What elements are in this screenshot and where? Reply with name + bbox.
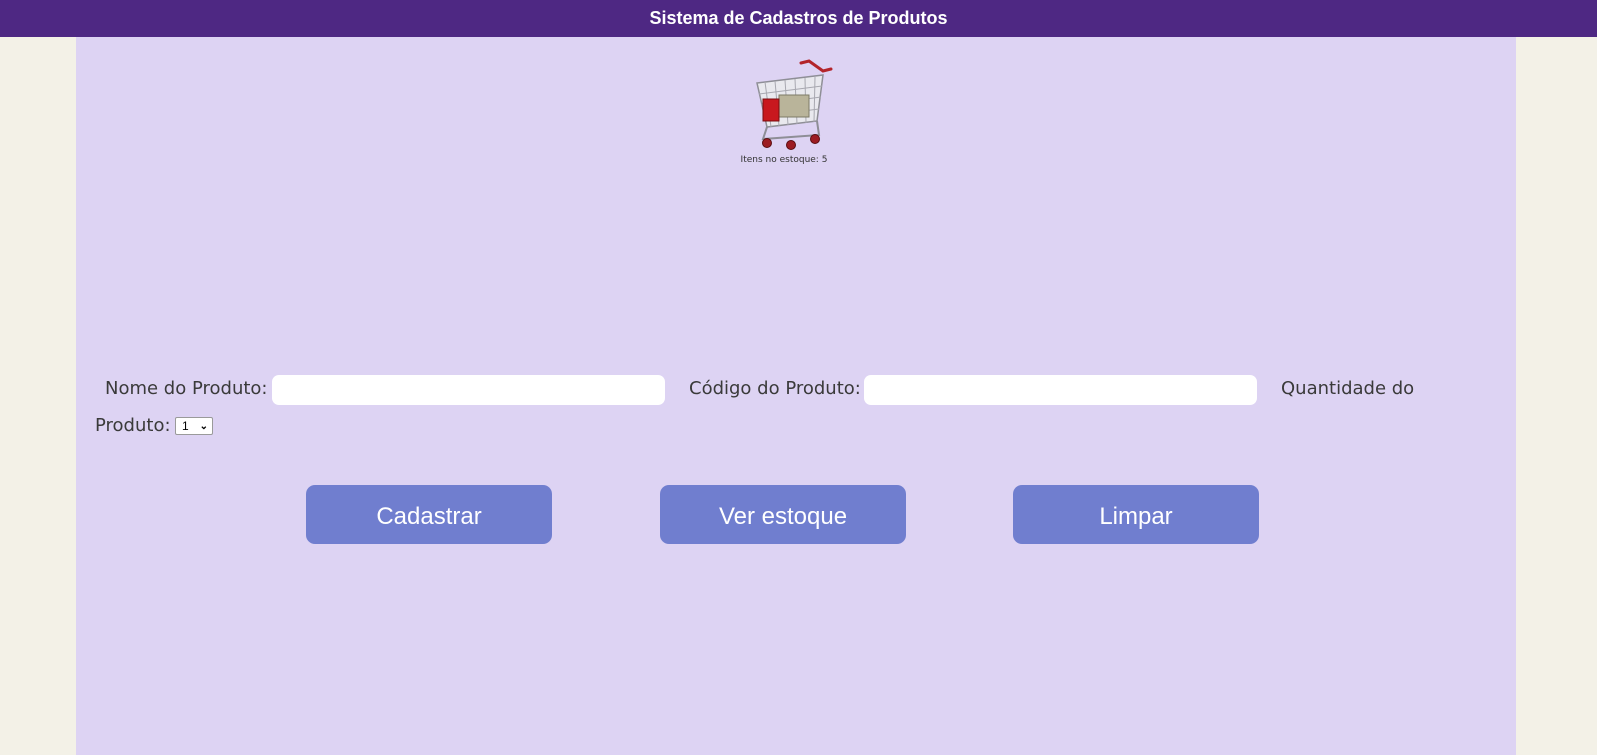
- product-name-label: Nome do Produto:: [105, 378, 268, 399]
- main-panel: Itens no estoque: 5 Nome do Produto: Cód…: [76, 37, 1516, 755]
- chevron-down-icon: ⌄: [199, 420, 208, 432]
- clear-button[interactable]: Limpar: [1013, 485, 1259, 544]
- quantity-select[interactable]: 1 ⌄: [175, 417, 213, 435]
- register-button[interactable]: Cadastrar: [306, 485, 552, 544]
- product-name-input[interactable]: [272, 375, 665, 405]
- stock-count-text: Itens no estoque: 5: [740, 155, 828, 165]
- shopping-cart-icon: [756, 59, 833, 150]
- view-stock-button[interactable]: Ver estoque: [660, 485, 906, 544]
- page-title: Sistema de Cadastros de Produtos: [649, 8, 948, 28]
- product-quantity-label-line2: Produto:: [95, 415, 171, 436]
- quantity-select-value: 1: [182, 419, 189, 433]
- page-header: Sistema de Cadastros de Produtos: [0, 0, 1597, 37]
- product-quantity-label-line1: Quantidade do: [1281, 378, 1415, 399]
- product-code-label: Código do Produto:: [689, 378, 861, 399]
- product-code-input[interactable]: [864, 375, 1257, 405]
